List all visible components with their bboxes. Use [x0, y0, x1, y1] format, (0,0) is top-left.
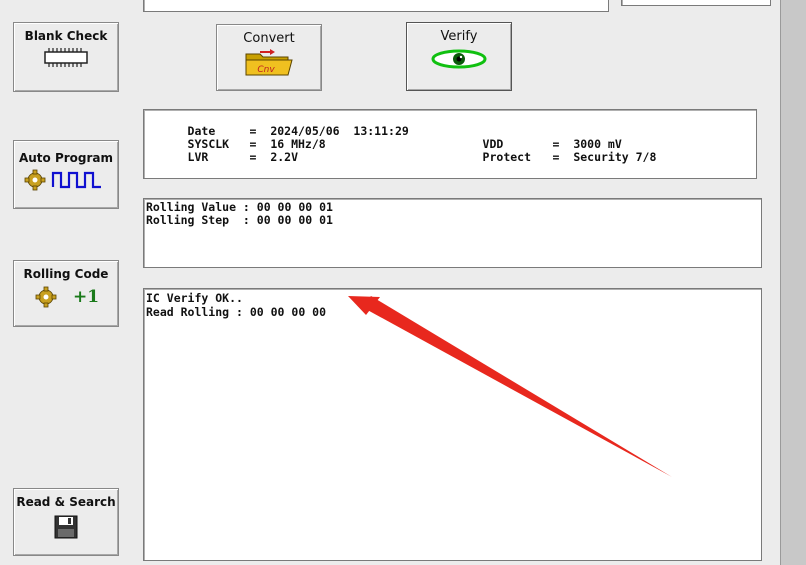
rolling-code-button[interactable]: Rolling Code +1	[13, 260, 119, 327]
verify-button[interactable]: Verify	[406, 22, 512, 91]
log-line-verify: IC Verify OK..	[146, 291, 243, 305]
blank-check-label: Blank Check	[24, 29, 108, 43]
rolling-info-box: Rolling Value : 00 00 00 01 Rolling Step…	[143, 198, 762, 268]
protect-label: Protect	[482, 150, 532, 164]
top-right-box	[621, 0, 771, 6]
convert-label: Convert	[243, 31, 295, 46]
lvr-value: = 2.2V	[249, 150, 299, 164]
top-input-box	[143, 0, 609, 12]
output-log-box[interactable]: IC Verify OK.. Read Rolling : 00 00 00 0…	[143, 288, 762, 561]
lvr-label: LVR	[187, 150, 209, 164]
read-search-label: Read & Search	[16, 495, 116, 509]
main-panel: Blank Check Convert Cnv Verify Auto Prog…	[0, 0, 780, 565]
auto-program-label: Auto Program	[18, 151, 114, 165]
folder-convert-icon: Cnv	[245, 49, 293, 76]
save-disk-icon	[54, 515, 78, 539]
gear-wave-icon	[24, 169, 101, 191]
read-search-button[interactable]: Read & Search	[13, 488, 119, 556]
chip-icon	[44, 48, 88, 67]
rolling-code-label: Rolling Code	[23, 267, 109, 281]
device-info-box: Date = 2024/05/06 13:11:29 SYSCLK = 16 MHz…	[143, 109, 757, 179]
plus-one-text: +1	[72, 287, 100, 307]
eye-icon	[431, 49, 487, 69]
log-line-read-rolling: Read Rolling : 00 00 00 00	[146, 305, 327, 319]
convert-button[interactable]: Convert Cnv	[216, 24, 322, 91]
verify-label: Verify	[440, 29, 478, 44]
rolling-step-line: Rolling Step : 00 00 00 01	[146, 213, 333, 227]
right-edge-strip	[780, 0, 806, 565]
auto-program-button[interactable]: Auto Program	[13, 140, 119, 209]
protect-value: = Security 7/8	[552, 150, 657, 164]
gear-icon	[35, 286, 57, 308]
svg-text:Cnv: Cnv	[257, 65, 275, 75]
blank-check-button[interactable]: Blank Check	[13, 22, 119, 92]
